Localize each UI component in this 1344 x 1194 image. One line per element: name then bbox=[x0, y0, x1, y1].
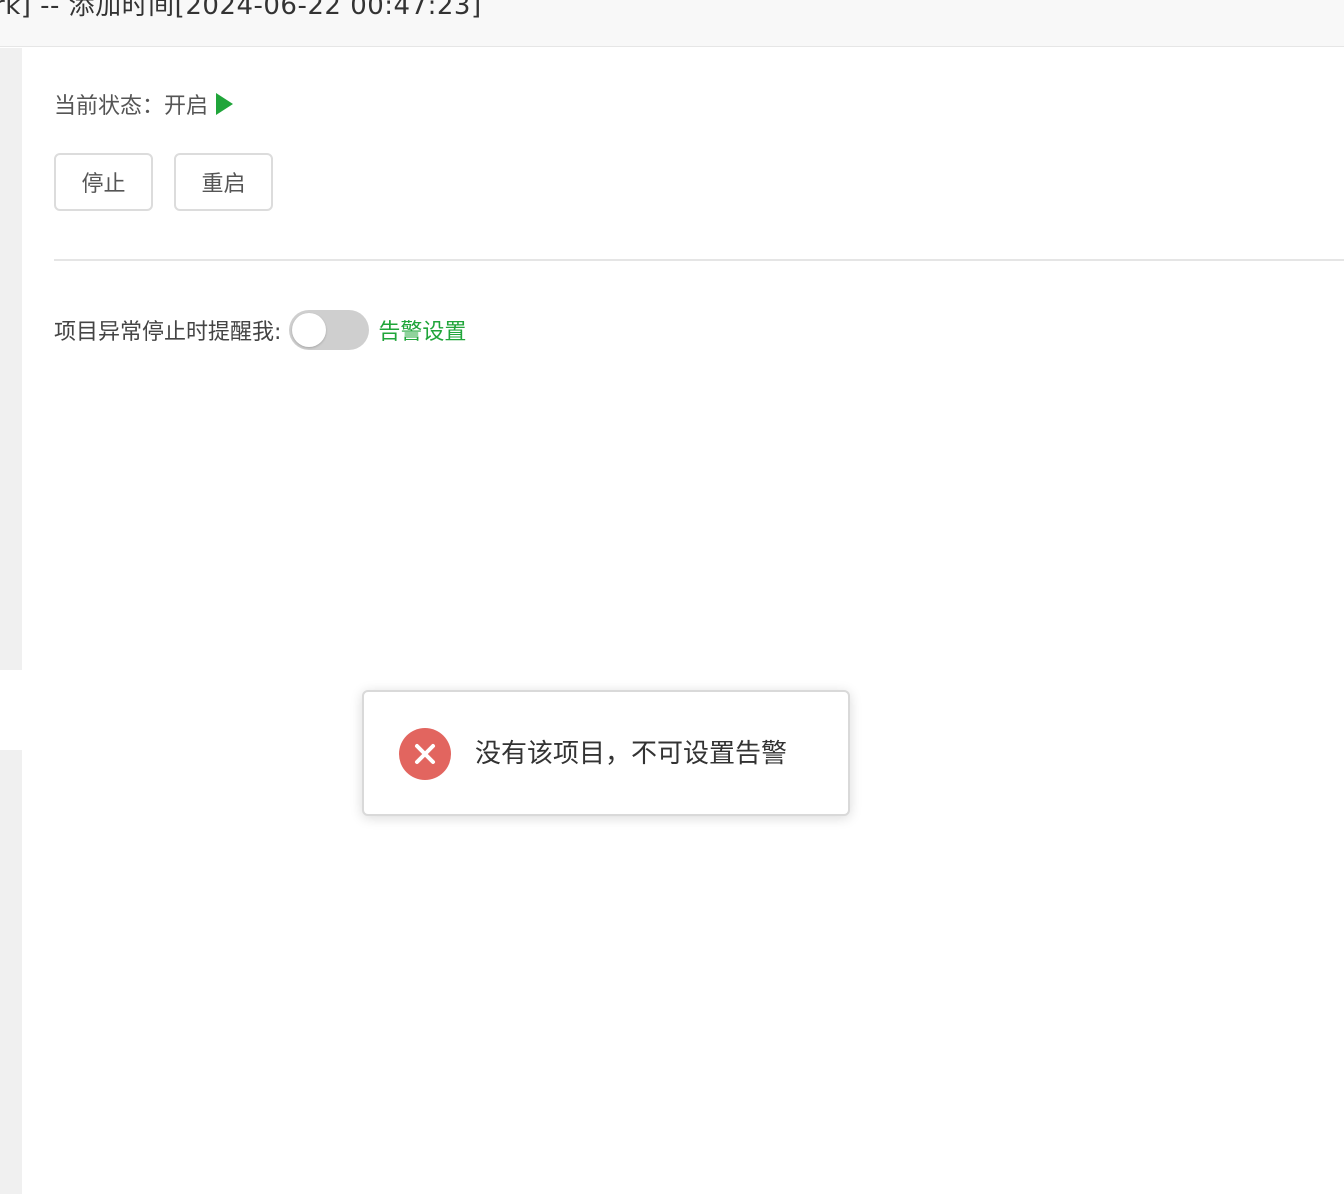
alert-toggle-switch[interactable] bbox=[289, 310, 370, 350]
status-label: 当前状态： bbox=[54, 94, 165, 119]
alert-settings-link[interactable]: 告警设置 bbox=[378, 314, 466, 346]
header-bar: rk] -- 添加时间[2024-06-22 00:47:23] bbox=[0, 0, 1344, 47]
toggle-knob bbox=[292, 313, 327, 347]
left-border-strip bbox=[0, 750, 22, 1194]
alert-toggle-label: 项目异常停止时提醒我: bbox=[54, 320, 282, 345]
error-icon bbox=[399, 728, 451, 780]
project-status-page: rk] -- 添加时间[2024-06-22 00:47:23] 当前状态： 开… bbox=[0, 0, 1344, 1194]
status-row: 当前状态： 开启 bbox=[54, 88, 234, 120]
error-toast: 没有该项目，不可设置告警 bbox=[362, 690, 850, 816]
stop-button[interactable]: 停止 bbox=[54, 153, 153, 211]
page-title: rk] -- 添加时间[2024-06-22 00:47:23] bbox=[0, 0, 482, 21]
divider bbox=[54, 259, 1344, 261]
restart-button[interactable]: 重启 bbox=[174, 153, 273, 211]
status-value: 开启 bbox=[164, 94, 209, 119]
left-border-strip bbox=[0, 48, 22, 670]
alert-row: 项目异常停止时提醒我: 告警设置 bbox=[54, 310, 466, 350]
play-icon bbox=[216, 93, 234, 115]
toast-message: 没有该项目，不可设置告警 bbox=[475, 739, 788, 769]
